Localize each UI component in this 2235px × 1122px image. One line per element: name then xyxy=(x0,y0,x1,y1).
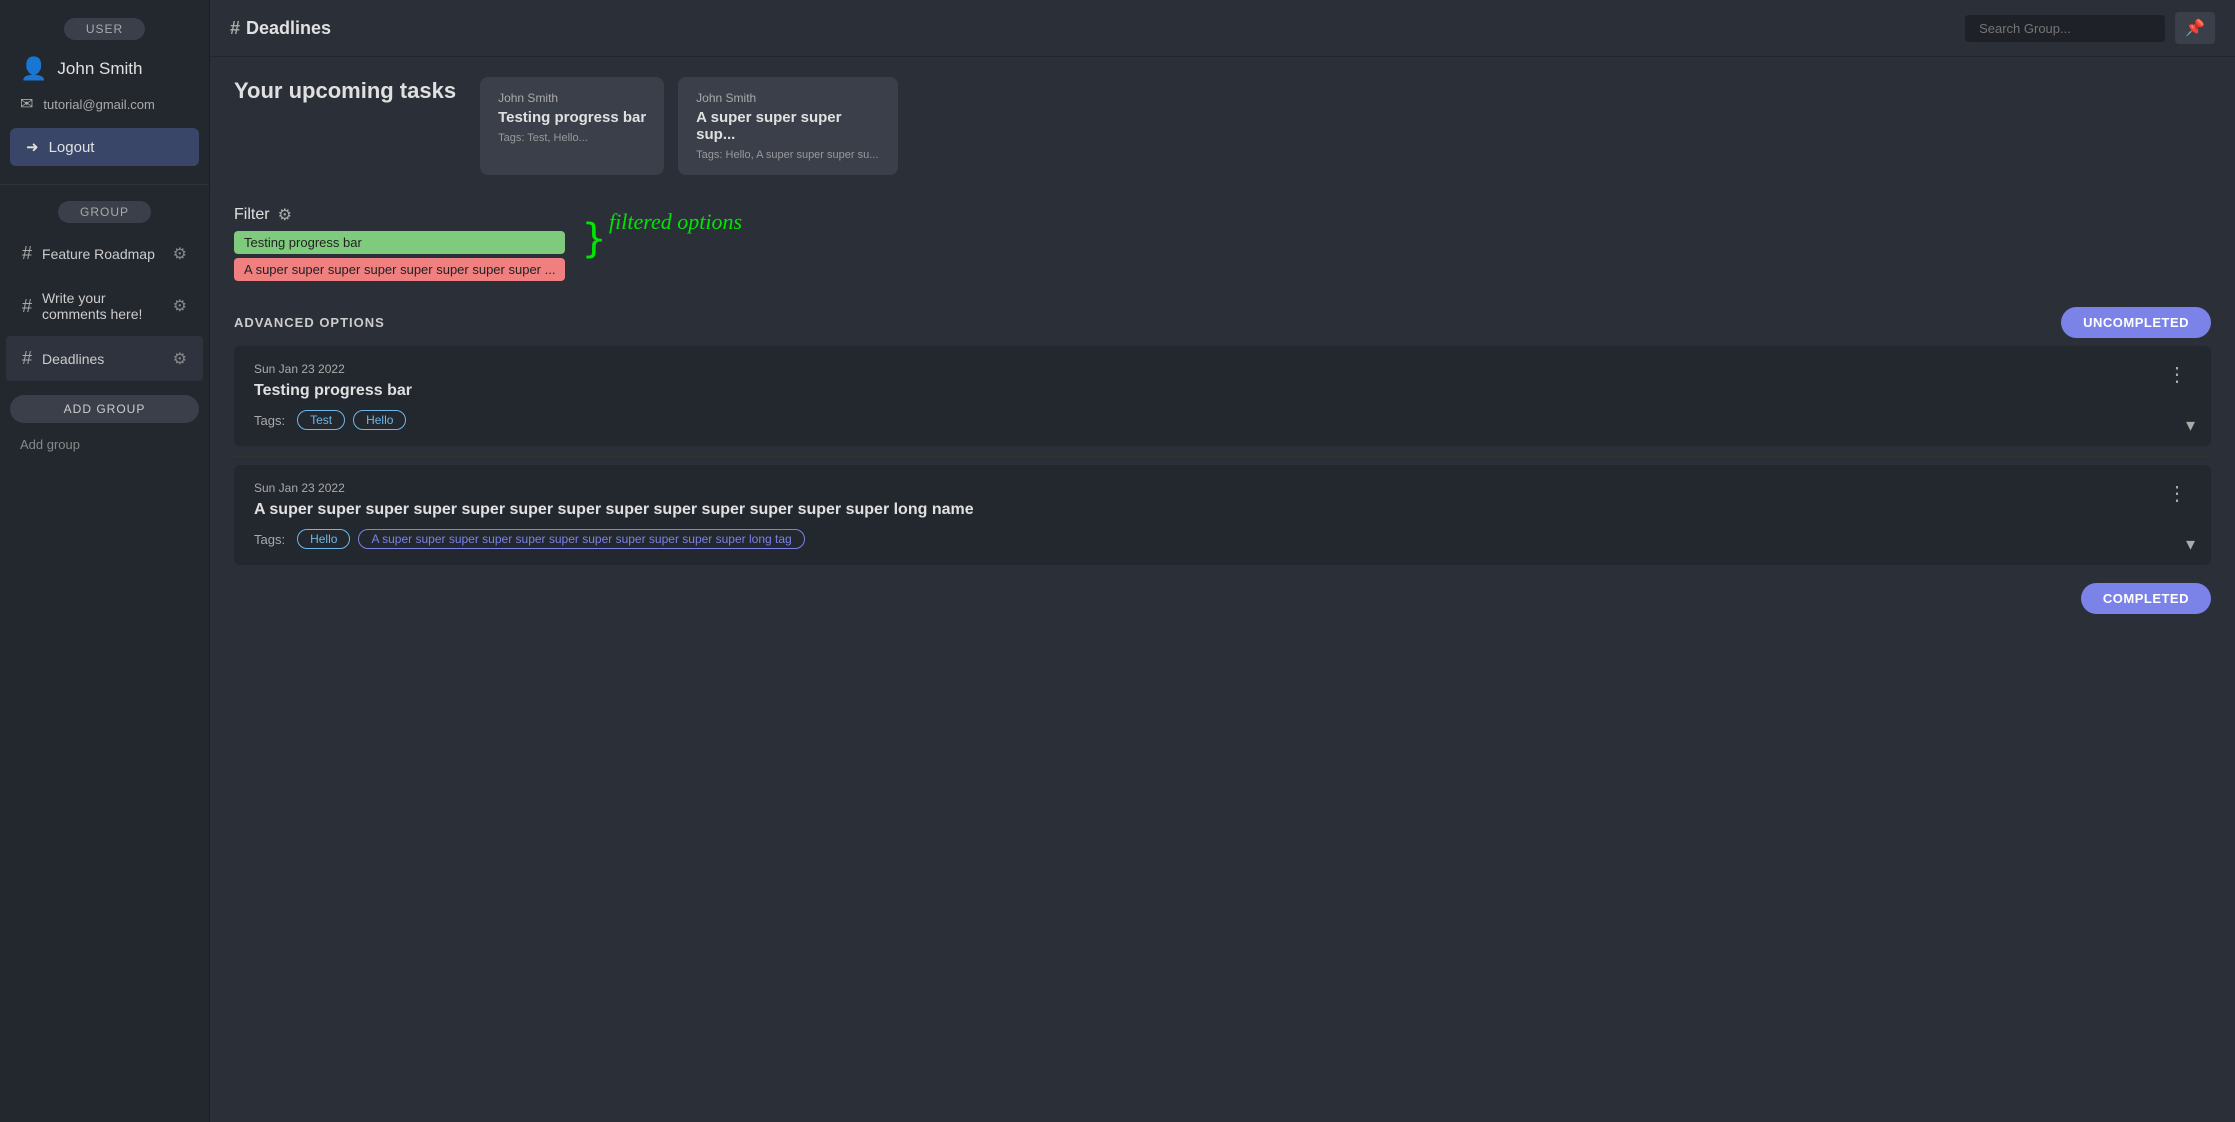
logout-icon: ➜ xyxy=(26,138,39,156)
filter-section: Filter ⚙ Testing progress bar A super sup… xyxy=(234,205,2211,281)
tag-long: A super super super super super super su… xyxy=(358,529,804,549)
sidebar-hash-write-comments: # xyxy=(22,296,32,317)
task-divider xyxy=(234,456,2211,457)
card-author-1: John Smith xyxy=(696,91,880,105)
user-email: tutorial@gmail.com xyxy=(43,97,154,112)
topbar-title: # Deadlines xyxy=(230,18,331,39)
task-row-1: Sun Jan 23 2022 Testing progress bar Tag… xyxy=(234,346,2211,446)
task-1-menu-button[interactable]: ⋮ xyxy=(2163,362,2191,387)
sidebar-item-left-write-comments: # Write your comments here! xyxy=(22,290,173,322)
group-section-badge: GROUP xyxy=(0,201,209,223)
user-email-row: ✉ tutorial@gmail.com xyxy=(0,90,209,124)
sidebar-gear-write-comments[interactable]: ⚙ xyxy=(173,296,187,316)
sidebar-gear-deadlines[interactable]: ⚙ xyxy=(173,349,187,369)
topbar-right: 📌 xyxy=(1965,12,2215,44)
task-title-1: Testing progress bar xyxy=(254,382,412,400)
filter-brace-decoration: } xyxy=(582,219,606,259)
uncompleted-status-row: ADVANCED OPTIONS UNCOMPLETED xyxy=(234,299,2211,346)
tag-hello-2: Hello xyxy=(297,529,350,549)
user-icon: 👤 xyxy=(20,56,47,82)
sidebar-item-left-feature-roadmap: # Feature Roadmap xyxy=(22,243,155,264)
topbar-icon-button[interactable]: 📌 xyxy=(2175,12,2215,44)
upcoming-title: Your upcoming tasks xyxy=(234,77,456,106)
group-badge-label: GROUP xyxy=(58,201,151,223)
sidebar-hash-deadlines: # xyxy=(22,348,32,369)
tag-hello-1: Hello xyxy=(353,410,406,430)
card-title-1: A super super super sup... xyxy=(696,109,880,143)
sidebar: USER 👤 John Smith ✉ tutorial@gmail.com ➜… xyxy=(0,0,210,1122)
uncompleted-button[interactable]: UNCOMPLETED xyxy=(2061,307,2211,338)
add-group-button[interactable]: ADD GROUP xyxy=(10,395,199,423)
task-date-1: Sun Jan 23 2022 xyxy=(254,362,412,376)
completed-button[interactable]: COMPLETED xyxy=(2081,583,2211,614)
filter-label: Filter xyxy=(234,206,270,224)
task-date-2: Sun Jan 23 2022 xyxy=(254,481,974,495)
user-name-row: 👤 John Smith xyxy=(0,48,209,90)
upcoming-card-1[interactable]: John Smith A super super super sup... Ta… xyxy=(678,77,898,175)
filter-label-row: Filter ⚙ xyxy=(234,205,565,225)
task-tags-label-1: Tags: xyxy=(254,413,285,428)
upcoming-card-0[interactable]: John Smith Testing progress bar Tags: Te… xyxy=(480,77,664,175)
filter-option-0[interactable]: Testing progress bar xyxy=(234,231,565,254)
filter-container: Filter ⚙ Testing progress bar A super sup… xyxy=(234,205,565,281)
logout-button[interactable]: ➜ Logout xyxy=(10,128,199,166)
sidebar-gear-feature-roadmap[interactable]: ⚙ xyxy=(173,244,187,264)
sidebar-item-name-deadlines: Deadlines xyxy=(42,351,104,367)
logout-label: Logout xyxy=(49,139,95,156)
card-tags-0: Tags: Test, Hello... xyxy=(498,132,646,144)
filter-options-list: Testing progress bar A super super super … xyxy=(234,231,565,281)
task-1-expand-arrow[interactable]: ▾ xyxy=(2186,415,2195,436)
tag-test: Test xyxy=(297,410,345,430)
upcoming-section: Your upcoming tasks John Smith Testing p… xyxy=(234,77,2211,175)
filter-option-1[interactable]: A super super super super super super su… xyxy=(234,258,565,281)
add-group-link[interactable]: Add group xyxy=(0,427,209,462)
sidebar-item-left-deadlines: # Deadlines xyxy=(22,348,104,369)
sidebar-divider-1 xyxy=(0,184,209,185)
task-tags-label-2: Tags: xyxy=(254,532,285,547)
card-title-0: Testing progress bar xyxy=(498,109,646,126)
topbar-title-text: Deadlines xyxy=(246,18,331,39)
task-row-1-header: Sun Jan 23 2022 Testing progress bar Tag… xyxy=(254,362,2191,430)
task-tags-row-1: Tags: Test Hello xyxy=(254,410,412,430)
sidebar-item-write-comments[interactable]: # Write your comments here! ⚙ xyxy=(6,278,203,334)
content-area: Your upcoming tasks John Smith Testing p… xyxy=(210,57,2235,1122)
search-input[interactable] xyxy=(1965,15,2165,42)
sidebar-groups-list: # Feature Roadmap ⚙ # Write your comment… xyxy=(0,229,209,383)
filter-annotation-text: filtered options xyxy=(609,209,742,235)
card-tags-1: Tags: Hello, A super super super su... xyxy=(696,149,880,161)
completed-status-row: COMPLETED xyxy=(234,575,2211,622)
user-section-badge: USER xyxy=(0,18,209,40)
task-title-2: A super super super super super super su… xyxy=(254,501,974,519)
filter-gear-icon[interactable]: ⚙ xyxy=(278,205,292,225)
sidebar-item-feature-roadmap[interactable]: # Feature Roadmap ⚙ xyxy=(6,231,203,276)
task-row-2-left: Sun Jan 23 2022 A super super super supe… xyxy=(254,481,974,549)
sidebar-item-deadlines[interactable]: # Deadlines ⚙ xyxy=(6,336,203,381)
task-row-2-header: Sun Jan 23 2022 A super super super supe… xyxy=(254,481,2191,549)
task-tags-row-2: Tags: Hello A super super super super su… xyxy=(254,529,974,549)
task-2-expand-arrow[interactable]: ▾ xyxy=(2186,534,2195,555)
user-name: John Smith xyxy=(57,59,142,79)
topbar-hash: # xyxy=(230,18,240,39)
topbar: # Deadlines 📌 xyxy=(210,0,2235,57)
card-author-0: John Smith xyxy=(498,91,646,105)
email-icon: ✉ xyxy=(20,94,33,114)
task-row-1-left: Sun Jan 23 2022 Testing progress bar Tag… xyxy=(254,362,412,430)
sidebar-item-name-write-comments: Write your comments here! xyxy=(42,290,173,322)
user-badge-label: USER xyxy=(64,18,145,40)
upcoming-cards: John Smith Testing progress bar Tags: Te… xyxy=(480,77,898,175)
advanced-options-button[interactable]: ADVANCED OPTIONS xyxy=(234,315,385,330)
sidebar-hash-feature-roadmap: # xyxy=(22,243,32,264)
sidebar-item-name-feature-roadmap: Feature Roadmap xyxy=(42,246,155,262)
task-2-menu-button[interactable]: ⋮ xyxy=(2163,481,2191,506)
task-row-2: Sun Jan 23 2022 A super super super supe… xyxy=(234,465,2211,565)
main-area: # Deadlines 📌 Your upcoming tasks John S… xyxy=(210,0,2235,1122)
